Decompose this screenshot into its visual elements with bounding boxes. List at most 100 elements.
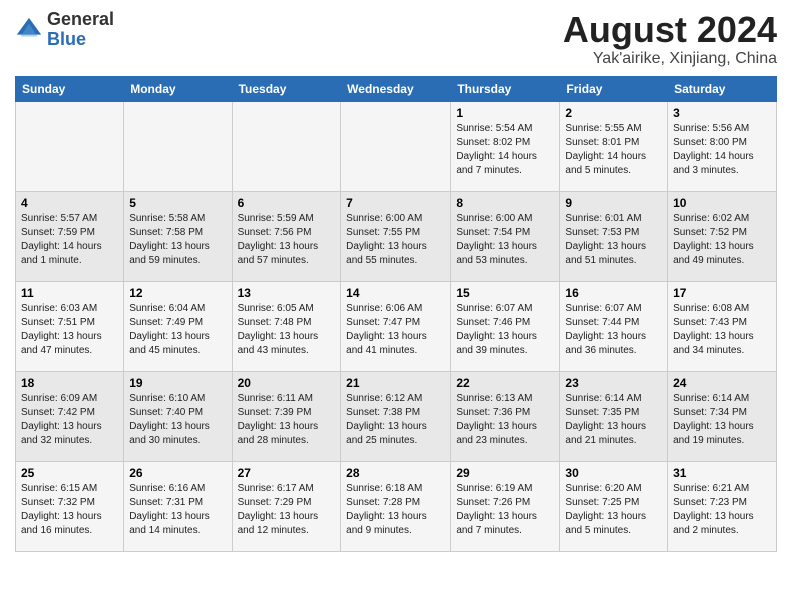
day-number: 13 <box>238 286 336 300</box>
day-number: 31 <box>673 466 771 480</box>
day-info: Sunrise: 6:00 AM Sunset: 7:54 PM Dayligh… <box>456 212 554 268</box>
calendar-cell: 26Sunrise: 6:16 AM Sunset: 7:31 PM Dayli… <box>124 461 232 551</box>
calendar-cell: 22Sunrise: 6:13 AM Sunset: 7:36 PM Dayli… <box>451 371 560 461</box>
calendar-cell: 16Sunrise: 6:07 AM Sunset: 7:44 PM Dayli… <box>560 281 668 371</box>
calendar-week-4: 18 Sunrise: 6:09 AM Sunset: 7:42 PM Dayli… <box>16 371 777 461</box>
day-number: 7 <box>346 196 445 210</box>
calendar-cell: 14 Sunrise: 6:06 AM Sunset: 7:47 PM Dayli… <box>341 281 451 371</box>
day-info: Sunrise: 6:10 AM Sunset: 7:40 PM Dayligh… <box>129 392 226 448</box>
day-number: 11 <box>21 286 118 300</box>
day-number: 2 <box>565 106 662 120</box>
calendar-cell: 18 Sunrise: 6:09 AM Sunset: 7:42 PM Dayli… <box>16 371 124 461</box>
calendar-cell: 21 Sunrise: 6:12 AM Sunset: 7:38 PM Dayli… <box>341 371 451 461</box>
calendar-cell: 25 Sunrise: 6:15 AM Sunset: 7:32 PM Dayli… <box>16 461 124 551</box>
calendar-cell: 28 Sunrise: 6:18 AM Sunset: 7:28 PM Dayli… <box>341 461 451 551</box>
day-info: Sunrise: 5:56 AM Sunset: 8:00 PM Dayligh… <box>673 122 771 178</box>
day-info: Sunrise: 6:07 AM Sunset: 7:46 PM Dayligh… <box>456 302 554 358</box>
calendar-cell: 8 Sunrise: 6:00 AM Sunset: 7:54 PM Daylig… <box>451 191 560 281</box>
day-info: Sunrise: 6:14 AM Sunset: 7:34 PM Dayligh… <box>673 392 771 448</box>
month-title: August 2024 <box>563 10 777 50</box>
day-number: 18 <box>21 376 118 390</box>
calendar-cell: 30 Sunrise: 6:20 AM Sunset: 7:25 PM Dayli… <box>560 461 668 551</box>
calendar-cell <box>16 101 124 191</box>
calendar-cell <box>232 101 341 191</box>
day-number: 23 <box>565 376 662 390</box>
day-info: Sunrise: 5:54 AM Sunset: 8:02 PM Dayligh… <box>456 122 554 178</box>
day-info: Sunrise: 6:05 AM Sunset: 7:48 PM Dayligh… <box>238 302 336 358</box>
calendar-cell: 5 Sunrise: 5:58 AM Sunset: 7:58 PM Daylig… <box>124 191 232 281</box>
day-number: 29 <box>456 466 554 480</box>
day-info: Sunrise: 5:58 AM Sunset: 7:58 PM Dayligh… <box>129 212 226 268</box>
calendar-cell: 29 Sunrise: 6:19 AM Sunset: 7:26 PM Dayli… <box>451 461 560 551</box>
day-info: Sunrise: 6:20 AM Sunset: 7:25 PM Dayligh… <box>565 482 662 538</box>
calendar-cell: 2 Sunrise: 5:55 AM Sunset: 8:01 PM Daylig… <box>560 101 668 191</box>
day-number: 14 <box>346 286 445 300</box>
calendar-cell: 27Sunrise: 6:17 AM Sunset: 7:29 PM Dayli… <box>232 461 341 551</box>
logo-icon <box>15 16 43 44</box>
weekday-header-wednesday: Wednesday <box>341 76 451 101</box>
calendar-cell: 11 Sunrise: 6:03 AM Sunset: 7:51 PM Dayli… <box>16 281 124 371</box>
day-info: Sunrise: 6:01 AM Sunset: 7:53 PM Dayligh… <box>565 212 662 268</box>
day-number: 24 <box>673 376 771 390</box>
day-info: Sunrise: 6:04 AM Sunset: 7:49 PM Dayligh… <box>129 302 226 358</box>
calendar-cell: 3 Sunrise: 5:56 AM Sunset: 8:00 PM Daylig… <box>668 101 777 191</box>
day-number: 30 <box>565 466 662 480</box>
weekday-header-friday: Friday <box>560 76 668 101</box>
calendar-week-5: 25 Sunrise: 6:15 AM Sunset: 7:32 PM Dayli… <box>16 461 777 551</box>
day-number: 8 <box>456 196 554 210</box>
day-info: Sunrise: 6:13 AM Sunset: 7:36 PM Dayligh… <box>456 392 554 448</box>
day-number: 15 <box>456 286 554 300</box>
day-info: Sunrise: 6:18 AM Sunset: 7:28 PM Dayligh… <box>346 482 445 538</box>
calendar-cell: 10Sunrise: 6:02 AM Sunset: 7:52 PM Dayli… <box>668 191 777 281</box>
day-info: Sunrise: 6:02 AM Sunset: 7:52 PM Dayligh… <box>673 212 771 268</box>
location-text: Yak'airike, Xinjiang, China <box>563 50 777 68</box>
day-info: Sunrise: 6:08 AM Sunset: 7:43 PM Dayligh… <box>673 302 771 358</box>
day-number: 20 <box>238 376 336 390</box>
day-info: Sunrise: 6:15 AM Sunset: 7:32 PM Dayligh… <box>21 482 118 538</box>
day-info: Sunrise: 6:06 AM Sunset: 7:47 PM Dayligh… <box>346 302 445 358</box>
calendar-cell: 19Sunrise: 6:10 AM Sunset: 7:40 PM Dayli… <box>124 371 232 461</box>
day-info: Sunrise: 5:55 AM Sunset: 8:01 PM Dayligh… <box>565 122 662 178</box>
calendar-cell <box>341 101 451 191</box>
day-number: 21 <box>346 376 445 390</box>
calendar-week-1: 1 Sunrise: 5:54 AM Sunset: 8:02 PM Daylig… <box>16 101 777 191</box>
day-number: 3 <box>673 106 771 120</box>
weekday-header-saturday: Saturday <box>668 76 777 101</box>
day-number: 1 <box>456 106 554 120</box>
calendar-cell: 1 Sunrise: 5:54 AM Sunset: 8:02 PM Daylig… <box>451 101 560 191</box>
calendar-cell: 6Sunrise: 5:59 AM Sunset: 7:56 PM Daylig… <box>232 191 341 281</box>
logo-blue-text: Blue <box>47 29 86 49</box>
day-info: Sunrise: 6:03 AM Sunset: 7:51 PM Dayligh… <box>21 302 118 358</box>
day-info: Sunrise: 5:57 AM Sunset: 7:59 PM Dayligh… <box>21 212 118 268</box>
calendar-cell: 12 Sunrise: 6:04 AM Sunset: 7:49 PM Dayli… <box>124 281 232 371</box>
day-number: 9 <box>565 196 662 210</box>
day-info: Sunrise: 6:21 AM Sunset: 7:23 PM Dayligh… <box>673 482 771 538</box>
calendar-cell: 31 Sunrise: 6:21 AM Sunset: 7:23 PM Dayli… <box>668 461 777 551</box>
day-info: Sunrise: 6:12 AM Sunset: 7:38 PM Dayligh… <box>346 392 445 448</box>
day-info: Sunrise: 6:00 AM Sunset: 7:55 PM Dayligh… <box>346 212 445 268</box>
calendar-cell <box>124 101 232 191</box>
day-number: 28 <box>346 466 445 480</box>
calendar-week-3: 11 Sunrise: 6:03 AM Sunset: 7:51 PM Dayli… <box>16 281 777 371</box>
day-info: Sunrise: 6:11 AM Sunset: 7:39 PM Dayligh… <box>238 392 336 448</box>
day-number: 6 <box>238 196 336 210</box>
calendar-cell: 7 Sunrise: 6:00 AM Sunset: 7:55 PM Daylig… <box>341 191 451 281</box>
day-info: Sunrise: 6:14 AM Sunset: 7:35 PM Dayligh… <box>565 392 662 448</box>
day-number: 25 <box>21 466 118 480</box>
calendar-week-2: 4 Sunrise: 5:57 AM Sunset: 7:59 PM Daylig… <box>16 191 777 281</box>
day-info: Sunrise: 6:17 AM Sunset: 7:29 PM Dayligh… <box>238 482 336 538</box>
calendar-table: SundayMondayTuesdayWednesdayThursdayFrid… <box>15 76 777 552</box>
calendar-cell: 4 Sunrise: 5:57 AM Sunset: 7:59 PM Daylig… <box>16 191 124 281</box>
day-number: 17 <box>673 286 771 300</box>
day-info: Sunrise: 6:16 AM Sunset: 7:31 PM Dayligh… <box>129 482 226 538</box>
weekday-header-tuesday: Tuesday <box>232 76 341 101</box>
day-info: Sunrise: 6:07 AM Sunset: 7:44 PM Dayligh… <box>565 302 662 358</box>
calendar-cell: 20 Sunrise: 6:11 AM Sunset: 7:39 PM Dayli… <box>232 371 341 461</box>
day-number: 12 <box>129 286 226 300</box>
weekday-header-monday: Monday <box>124 76 232 101</box>
day-info: Sunrise: 6:09 AM Sunset: 7:42 PM Dayligh… <box>21 392 118 448</box>
day-info: Sunrise: 6:19 AM Sunset: 7:26 PM Dayligh… <box>456 482 554 538</box>
weekday-header-thursday: Thursday <box>451 76 560 101</box>
day-number: 4 <box>21 196 118 210</box>
day-number: 5 <box>129 196 226 210</box>
